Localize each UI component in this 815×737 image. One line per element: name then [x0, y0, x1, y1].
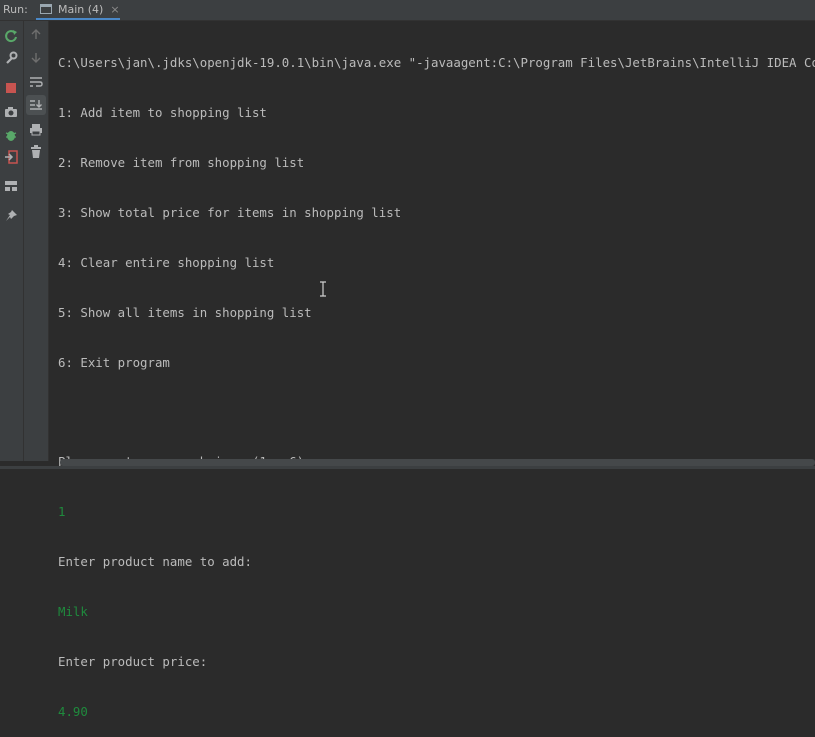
console-tab-icon — [40, 4, 52, 14]
run-actions-toolbar — [0, 21, 24, 461]
run-tool-window-header: Run: Main (4) × — [0, 0, 815, 21]
console-output[interactable]: C:\Users\jan\.jdks\openjdk-19.0.1\bin\ja… — [58, 23, 815, 737]
wrench-icon[interactable] — [2, 49, 20, 67]
menu-option: 5: Show all items in shopping list — [58, 305, 312, 320]
tab-main[interactable]: Main (4) × — [36, 0, 120, 20]
console-actions-toolbar — [24, 21, 49, 461]
menu-option: 4: Clear entire shopping list — [58, 255, 275, 270]
name-prompt: Enter product name to add: — [58, 554, 252, 569]
menu-option: 2: Remove item from shopping list — [58, 155, 305, 170]
text-cursor-icon — [320, 281, 326, 297]
layout-icon[interactable] — [2, 177, 20, 195]
exit-icon[interactable] — [2, 148, 20, 166]
menu-option: 6: Exit program — [58, 355, 170, 370]
choice-input: 1 — [58, 504, 66, 519]
print-icon[interactable] — [27, 120, 45, 138]
menu-option: 3: Show total price for items in shoppin… — [58, 205, 402, 220]
command-line: C:\Users\jan\.jdks\openjdk-19.0.1\bin\ja… — [58, 55, 815, 70]
debug-bug-icon[interactable] — [2, 126, 20, 144]
pin-icon[interactable] — [2, 207, 20, 225]
close-tab-icon[interactable]: × — [110, 3, 119, 16]
scroll-to-end-icon[interactable] — [26, 95, 46, 115]
tab-main-label: Main (4) — [58, 2, 104, 16]
trash-icon[interactable] — [27, 143, 45, 161]
menu-option: 1: Add item to shopping list — [58, 105, 267, 120]
horizontal-scrollbar[interactable] — [60, 459, 815, 466]
arrow-down-icon[interactable] — [27, 49, 45, 67]
name-input: Milk — [58, 604, 88, 619]
arrow-up-icon[interactable] — [27, 25, 45, 43]
stop-icon[interactable] — [2, 79, 20, 97]
price-prompt: Enter product price: — [58, 654, 208, 669]
rerun-icon[interactable] — [2, 27, 20, 45]
camera-icon[interactable] — [2, 103, 20, 121]
price-input[interactable]: 4.90 — [58, 702, 815, 722]
soft-wrap-icon[interactable] — [27, 73, 45, 91]
run-label: Run: — [3, 3, 28, 16]
